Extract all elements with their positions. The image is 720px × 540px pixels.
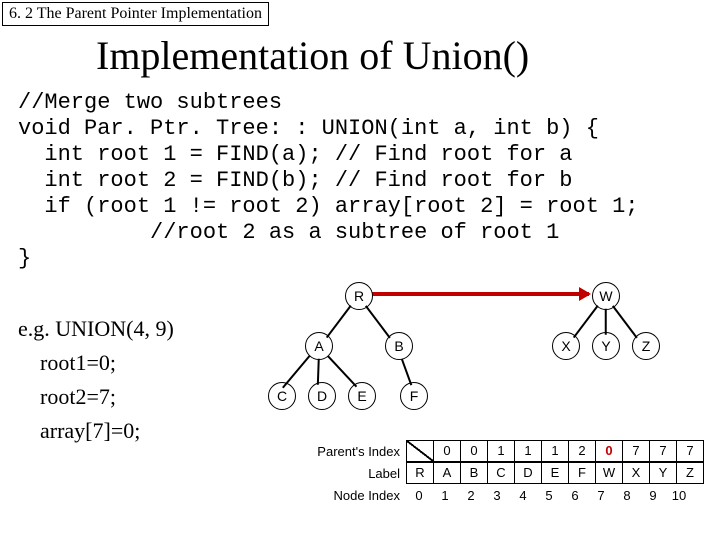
table-row: Label R A B C D E F W X Y Z (312, 462, 704, 484)
cell: W (596, 462, 623, 484)
tree-node: E (348, 382, 376, 410)
cell: A (434, 462, 461, 484)
cell: R (406, 462, 434, 484)
code-block: //Merge two subtrees void Par. Ptr. Tree… (18, 90, 639, 272)
cell: 8 (614, 488, 640, 503)
edge (326, 305, 351, 338)
array-table: Parent's Index 0 0 1 1 1 2 0 7 7 7 Label… (312, 440, 704, 506)
cell: F (569, 462, 596, 484)
cell: 7 (588, 488, 614, 503)
edge (573, 305, 598, 338)
example-line: root1=0; (40, 346, 174, 380)
cell: 2 (458, 488, 484, 503)
edge (327, 355, 357, 387)
cell: 9 (640, 488, 666, 503)
table-row: Node Index 0 1 2 3 4 5 6 7 8 9 10 (312, 484, 704, 506)
example-line: root2=7; (40, 380, 174, 414)
edge (401, 358, 412, 385)
edge (612, 305, 637, 338)
cell: 0 (434, 440, 461, 462)
cell: Z (677, 462, 704, 484)
section-tag: 6. 2 The Parent Pointer Implementation (2, 2, 269, 26)
edge (605, 309, 607, 335)
cell: C (488, 462, 515, 484)
edge (365, 305, 390, 338)
cell: B (461, 462, 488, 484)
cell-changed: 0 (596, 440, 623, 462)
example-block: e.g. UNION(4, 9) root1=0; root2=7; array… (18, 312, 174, 448)
tree-node: D (308, 382, 336, 410)
cell: 7 (623, 440, 650, 462)
row-label: Parent's Index (312, 444, 406, 459)
cell: 7 (677, 440, 704, 462)
cell: 1 (542, 440, 569, 462)
cell: E (542, 462, 569, 484)
cell: D (515, 462, 542, 484)
cell: 4 (510, 488, 536, 503)
row-label: Node Index (312, 488, 406, 503)
tree-node: F (400, 382, 428, 410)
cell: 1 (488, 440, 515, 462)
cell: 1 (432, 488, 458, 503)
edge (282, 355, 310, 388)
edge (317, 359, 319, 385)
cell: 0 (406, 488, 432, 503)
union-arrow (361, 292, 589, 296)
cell: Y (650, 462, 677, 484)
cell: X (623, 462, 650, 484)
page-title: Implementation of Union() (96, 32, 529, 79)
cell: 0 (461, 440, 488, 462)
row-label: Label (312, 466, 406, 481)
slash-cell (406, 440, 434, 462)
table-row: Parent's Index 0 0 1 1 1 2 0 7 7 7 (312, 440, 704, 462)
tree-node: Y (592, 332, 620, 360)
cell: 5 (536, 488, 562, 503)
cell: 6 (562, 488, 588, 503)
cell: 7 (650, 440, 677, 462)
cell: 2 (569, 440, 596, 462)
cell: 3 (484, 488, 510, 503)
cell: 10 (666, 488, 692, 503)
example-line: array[7]=0; (40, 414, 174, 448)
example-call: e.g. UNION(4, 9) (18, 312, 174, 346)
cell: 1 (515, 440, 542, 462)
